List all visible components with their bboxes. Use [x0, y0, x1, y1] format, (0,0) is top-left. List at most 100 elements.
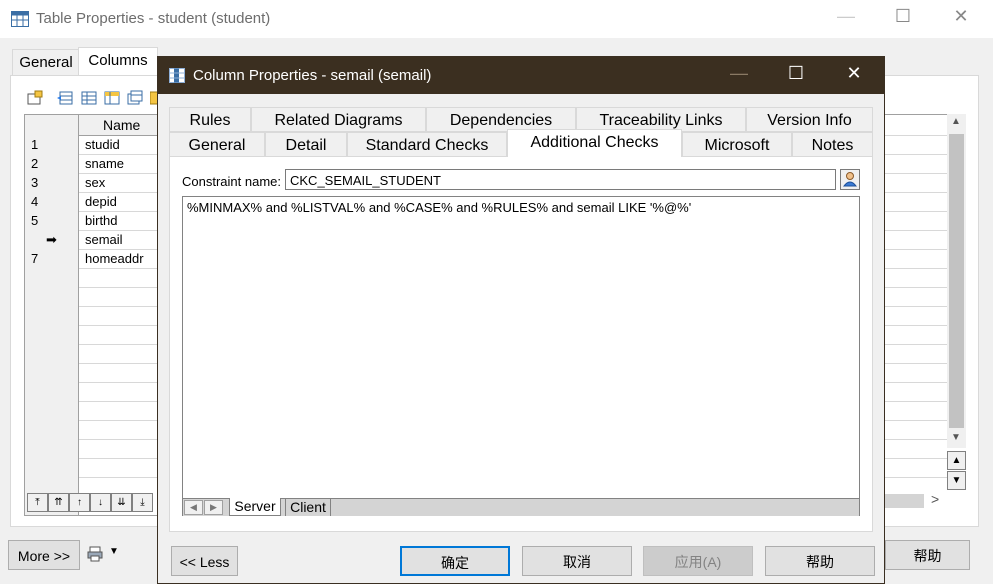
move-page-up-button[interactable]: ⇈: [48, 493, 69, 512]
tab-columns[interactable]: Columns: [78, 47, 158, 76]
move-top-button[interactable]: ⤒: [27, 493, 48, 512]
tab-general[interactable]: General: [169, 132, 265, 157]
minimize-button[interactable]: —: [823, 6, 869, 27]
column-name[interactable]: sex: [85, 173, 105, 192]
dialog-maximize-button[interactable]: ☐: [773, 63, 819, 84]
move-down-button[interactable]: ↓: [90, 493, 111, 512]
grid-right-part: [884, 114, 947, 493]
more-button[interactable]: More >>: [8, 540, 80, 570]
window-title: Table Properties - student (student): [36, 10, 271, 27]
move-page-down-button[interactable]: ⇊: [111, 493, 132, 512]
apply-button[interactable]: 应用(A): [643, 546, 753, 576]
scroll-up-icon[interactable]: ▲: [951, 116, 961, 127]
horizontal-scrollbar-thumb[interactable]: [884, 494, 924, 508]
tab-notes[interactable]: Notes: [792, 132, 873, 157]
row-number: [25, 344, 79, 363]
check-expression-editor[interactable]: %MINMAX% and %LISTVAL% and %CASE% and %R…: [182, 196, 860, 516]
empty-row[interactable]: [25, 458, 160, 478]
scroll-page-down-button[interactable]: ▼: [947, 471, 966, 490]
columns-grid: Name 1 studid 2 sname 3 sex 4 depid 5 birthd …: [24, 114, 161, 516]
tab-version-info[interactable]: Version Info: [746, 107, 873, 132]
grid-header-name: Name: [103, 117, 141, 133]
empty-row[interactable]: [25, 420, 160, 440]
tab-general[interactable]: General: [12, 49, 80, 76]
user-properties-button[interactable]: [840, 169, 860, 190]
check-expression-text[interactable]: %MINMAX% and %LISTVAL% and %CASE% and %R…: [187, 200, 691, 215]
row-number: [25, 363, 79, 382]
copy-columns-icon[interactable]: [127, 90, 143, 106]
grid-corner: [25, 115, 79, 135]
outer-title-bar: Table Properties - student (student) — ☐…: [0, 0, 993, 38]
tab-detail[interactable]: Detail: [265, 132, 347, 157]
table-row[interactable]: 4 depid: [25, 192, 160, 212]
empty-row[interactable]: [25, 344, 160, 364]
add-columns-icon[interactable]: [104, 90, 120, 106]
move-up-button[interactable]: ↑: [69, 493, 90, 512]
row-number: [25, 401, 79, 420]
tab-server[interactable]: Server: [229, 498, 281, 516]
row-number: 5: [25, 211, 79, 230]
scroll-left-icon[interactable]: ◀: [184, 500, 203, 515]
table-row[interactable]: 5 birthd: [25, 211, 160, 231]
table-row[interactable]: 7 homeaddr: [25, 249, 160, 269]
empty-row[interactable]: [25, 401, 160, 421]
dialog-minimize-button[interactable]: —: [716, 63, 762, 84]
column-name[interactable]: semail: [85, 230, 123, 249]
empty-row[interactable]: [25, 363, 160, 383]
help-button[interactable]: 帮助: [765, 546, 875, 576]
empty-row[interactable]: [25, 382, 160, 402]
ok-button[interactable]: 确定: [400, 546, 510, 576]
maximize-button[interactable]: ☐: [880, 6, 926, 27]
scrollbar-thumb[interactable]: [949, 134, 964, 428]
row-number: [25, 420, 79, 439]
table-row[interactable]: 2 sname: [25, 154, 160, 174]
outer-help-button[interactable]: 帮助: [885, 540, 970, 570]
row-number: [25, 306, 79, 325]
less-button[interactable]: << Less: [171, 546, 238, 576]
tab-microsoft[interactable]: Microsoft: [682, 132, 792, 157]
grid-header: Name: [25, 115, 160, 136]
column-name[interactable]: birthd: [85, 211, 118, 230]
dropdown-arrow-icon: ▼: [109, 546, 119, 557]
dialog-title: Column Properties - semail (semail): [193, 67, 432, 84]
empty-row[interactable]: [25, 287, 160, 307]
printer-icon: [87, 546, 103, 562]
scroll-down-icon[interactable]: ▼: [951, 432, 961, 443]
tab-client[interactable]: Client: [285, 499, 331, 516]
row-number: [25, 458, 79, 477]
empty-row[interactable]: [25, 268, 160, 288]
dialog-close-button[interactable]: ✕: [831, 63, 877, 84]
tab-related-diagrams[interactable]: Related Diagrams: [251, 107, 426, 132]
properties-icon[interactable]: [27, 90, 43, 106]
row-number: [25, 325, 79, 344]
move-bottom-button[interactable]: ⤓: [132, 493, 153, 512]
tab-rules[interactable]: Rules: [169, 107, 251, 132]
constraint-name-input[interactable]: CKC_SEMAIL_STUDENT: [285, 169, 836, 190]
tab-additional-checks[interactable]: Additional Checks: [507, 129, 682, 157]
empty-row[interactable]: [25, 325, 160, 345]
column-name[interactable]: homeaddr: [85, 249, 144, 268]
table-row-selected[interactable]: ➡ semail: [25, 230, 160, 250]
current-row-arrow-icon: ➡: [25, 230, 79, 249]
vertical-scrollbar[interactable]: ▲ ▼: [947, 114, 966, 448]
column-name[interactable]: sname: [85, 154, 124, 173]
print-dropdown-button[interactable]: ▼: [87, 546, 119, 564]
tab-standard-checks[interactable]: Standard Checks: [347, 132, 507, 157]
cancel-button[interactable]: 取消: [522, 546, 632, 576]
insert-row-icon[interactable]: [57, 90, 73, 106]
scroll-right-icon[interactable]: >: [931, 491, 939, 507]
add-row-icon[interactable]: [81, 90, 97, 106]
user-icon: [842, 172, 858, 187]
empty-row[interactable]: [25, 439, 160, 459]
constraint-name-label: Constraint name:: [182, 174, 281, 189]
row-number: 1: [25, 135, 79, 154]
close-button[interactable]: ✕: [938, 6, 984, 27]
scroll-page-up-button[interactable]: ▲: [947, 451, 966, 470]
column-name[interactable]: depid: [85, 192, 117, 211]
table-row[interactable]: 3 sex: [25, 173, 160, 193]
row-number: 7: [25, 249, 79, 268]
scroll-right-icon[interactable]: ▶: [204, 500, 223, 515]
column-name[interactable]: studid: [85, 135, 120, 154]
empty-row[interactable]: [25, 306, 160, 326]
table-row[interactable]: 1 studid: [25, 135, 160, 155]
